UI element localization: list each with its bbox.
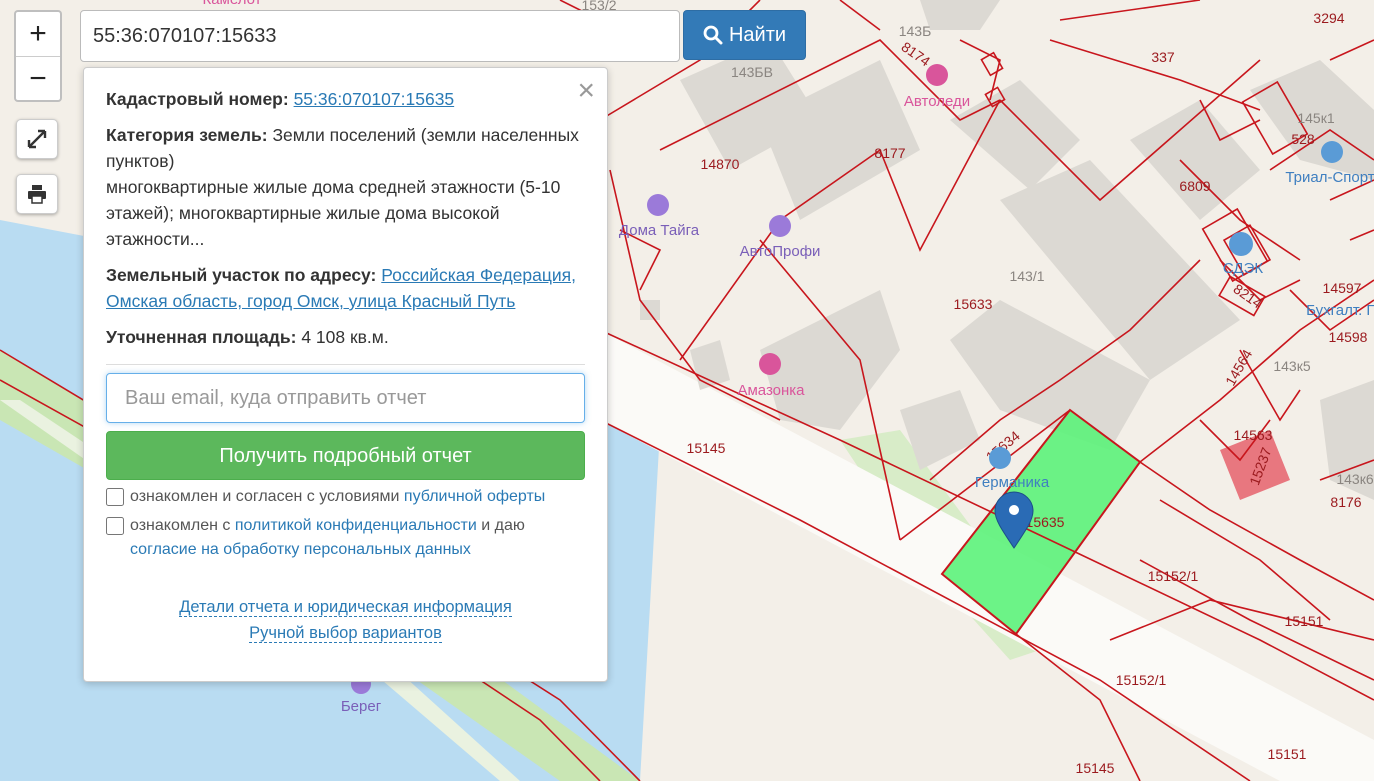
poi-label: АвтоПрофи bbox=[740, 243, 821, 260]
parcel-label: 15151 bbox=[1285, 613, 1324, 629]
poi-label: Автоледи bbox=[904, 93, 970, 110]
poi-icon bbox=[1321, 141, 1343, 163]
zoom-in-button[interactable]: + bbox=[16, 12, 60, 57]
parcel-label: 14597 bbox=[1323, 280, 1362, 296]
poi-icon bbox=[769, 215, 791, 237]
parcel-label: 15145 bbox=[687, 440, 726, 456]
offer-consent-label: ознакомлен и согласен с условиями bbox=[130, 488, 400, 505]
fullscreen-button[interactable] bbox=[16, 119, 58, 159]
search-button-label: Найти bbox=[728, 23, 787, 46]
privacy-consent-label: ознакомлен с bbox=[130, 517, 231, 534]
parcel-label: 15152/1 bbox=[1148, 568, 1199, 584]
parcel-label: 8177 bbox=[874, 145, 905, 161]
building-label: 143/1 bbox=[1009, 268, 1044, 284]
zoom-control: + − bbox=[14, 10, 62, 102]
parcel-label: 3294 bbox=[1313, 10, 1344, 26]
parcel-info-popup: × Кадастровый номер: 55:36:070107:15635 … bbox=[83, 67, 608, 682]
land-category-label: Категория земель: bbox=[106, 125, 268, 145]
zoom-out-button[interactable]: − bbox=[16, 57, 60, 101]
building-label: 145к1 bbox=[1297, 110, 1334, 126]
privacy-consent-checkbox[interactable] bbox=[106, 517, 124, 535]
report-details-link[interactable]: Детали отчета и юридическая информация bbox=[179, 598, 512, 617]
address-row: Земельный участок по адресу: Российская … bbox=[106, 262, 585, 314]
privacy-policy-link[interactable]: политикой конфиденциальности bbox=[235, 517, 477, 534]
area-row: Уточненная площадь: 4 108 кв.м. bbox=[106, 324, 585, 350]
cadastral-search-input[interactable] bbox=[80, 10, 680, 62]
cadastral-number-label: Кадастровый номер: bbox=[106, 89, 289, 109]
close-icon[interactable]: × bbox=[577, 76, 595, 106]
privacy-consent-row: ознакомлен с политикой конфиденциальност… bbox=[106, 514, 585, 562]
email-field[interactable] bbox=[106, 373, 585, 423]
parcel-label: 14598 bbox=[1329, 329, 1368, 345]
divider bbox=[106, 364, 585, 365]
area-label: Уточненная площадь: bbox=[106, 327, 297, 347]
search-icon bbox=[703, 25, 723, 45]
poi-icon bbox=[1229, 232, 1253, 256]
building-label: 143Б bbox=[899, 23, 932, 39]
parcel-label: 337 bbox=[1151, 49, 1175, 65]
area-value: 4 108 кв.м. bbox=[301, 327, 389, 347]
poi-icon bbox=[926, 64, 948, 86]
privacy-consent-text: ознакомлен с политикой конфиденциальност… bbox=[130, 514, 525, 562]
poi-label: СДЭК bbox=[1223, 260, 1263, 277]
poi-label: Бухгалт. Про bbox=[1306, 302, 1374, 319]
poi-label: Берег bbox=[341, 698, 382, 715]
parcel-label: 6809 bbox=[1179, 178, 1210, 194]
expand-icon bbox=[27, 129, 47, 149]
land-usage-value: многоквартирные жилые дома средней этажн… bbox=[106, 177, 561, 249]
cadastral-number-link[interactable]: 55:36:070107:15635 bbox=[294, 89, 455, 109]
personal-data-consent-link[interactable]: согласие на обработку персональных данны… bbox=[130, 541, 471, 558]
search-button[interactable]: Найти bbox=[683, 10, 806, 60]
poi-label: Амазонка bbox=[737, 382, 805, 399]
building-label: 143к6 bbox=[1336, 471, 1373, 487]
public-offer-link[interactable]: публичной оферты bbox=[404, 488, 545, 505]
print-button[interactable] bbox=[16, 174, 58, 214]
parcel-label: 8176 bbox=[1330, 494, 1361, 510]
parcel-label: 15151 bbox=[1268, 746, 1307, 762]
address-label: Земельный участок по адресу: bbox=[106, 265, 377, 285]
printer-icon bbox=[28, 185, 46, 204]
poi-label: Германика bbox=[975, 474, 1050, 491]
parcel-label: 14870 bbox=[701, 156, 740, 172]
offer-consent-text: ознакомлен и согласен с условиями публич… bbox=[130, 485, 545, 509]
poi-label: Триал-Спорт bbox=[1285, 169, 1374, 186]
popup-footer-links: Детали отчета и юридическая информация Р… bbox=[106, 594, 585, 646]
poi-icon bbox=[989, 447, 1011, 469]
offer-consent-row: ознакомлен и согласен с условиями публич… bbox=[106, 485, 585, 509]
parcel-label: 15152/1 bbox=[1116, 672, 1167, 688]
land-category-row: Категория земель: Земли поселений (земли… bbox=[106, 122, 585, 252]
poi-label: Камелот bbox=[202, 0, 261, 8]
building-label: 143БВ bbox=[731, 64, 773, 80]
poi-icon bbox=[647, 194, 669, 216]
cadastral-number-row: Кадастровый номер: 55:36:070107:15635 bbox=[106, 86, 585, 112]
parcel-label: 14563 bbox=[1234, 427, 1273, 443]
poi-icon bbox=[759, 353, 781, 375]
parcel-label: 15145 bbox=[1076, 760, 1115, 776]
privacy-consent-mid: и даю bbox=[481, 517, 525, 534]
poi-label: Дома Тайга bbox=[619, 222, 700, 239]
building-label: 143к5 bbox=[1273, 358, 1310, 374]
get-report-button[interactable]: Получить подробный отчет bbox=[106, 431, 585, 480]
manual-selection-link[interactable]: Ручной выбор вариантов bbox=[249, 624, 442, 643]
offer-consent-checkbox[interactable] bbox=[106, 488, 124, 506]
parcel-label: 15633 bbox=[954, 296, 993, 312]
parcel-label: 528 bbox=[1291, 131, 1315, 147]
